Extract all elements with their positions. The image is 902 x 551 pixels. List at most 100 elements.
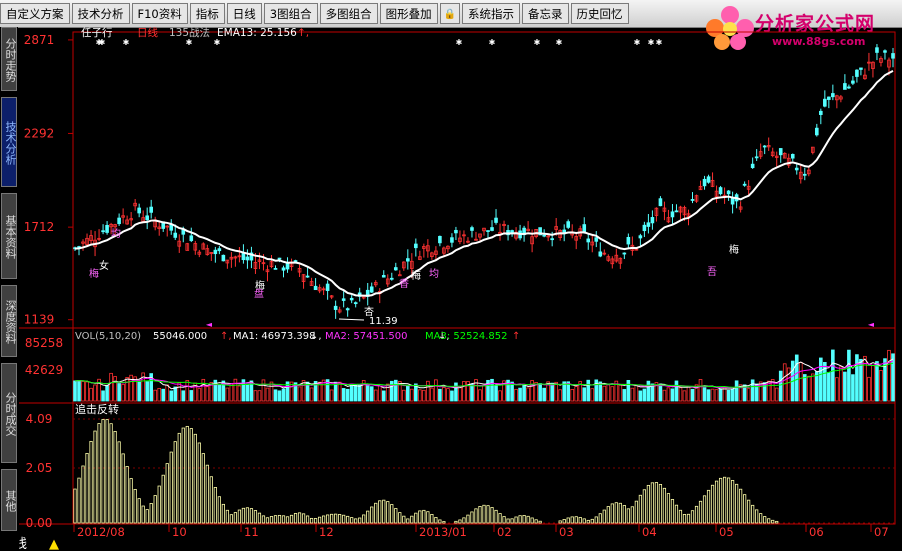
xaxis-label: 07 <box>874 525 889 539</box>
osc-bar <box>710 484 715 524</box>
side-tab-2[interactable]: 基本资料 <box>1 193 17 279</box>
candle-body <box>393 267 398 271</box>
volume-bar <box>393 379 398 402</box>
volume-bar <box>630 387 635 402</box>
osc-bar <box>217 496 221 524</box>
volume-header-ma3_arrow: ↑ <box>512 331 520 342</box>
volume-bar <box>762 382 767 402</box>
candle-body <box>149 206 153 213</box>
side-tab-3[interactable]: 深度资料 <box>1 285 17 357</box>
candle-body <box>406 258 410 262</box>
volume-bar <box>101 390 105 402</box>
candle-body <box>750 163 755 169</box>
toolbar-button-9[interactable]: 备忘录 <box>522 3 569 24</box>
osc-bar <box>370 506 374 524</box>
chart-mark-label: 女 <box>99 259 109 272</box>
side-tab-1[interactable]: 技术分析 <box>1 97 17 187</box>
osc-bar <box>197 442 201 524</box>
volume-header-ma3: MA3: 52524.852 <box>425 331 507 342</box>
osc-bar <box>622 505 626 524</box>
xaxis-label: 04 <box>642 525 657 539</box>
toolbar-button-10[interactable]: 历史回忆 <box>570 3 629 24</box>
signal-star-icon: ✱ <box>186 38 193 47</box>
toolbar-button-7[interactable]: 图形叠加 <box>379 3 438 24</box>
osc-bar <box>330 513 334 524</box>
candle-body <box>277 257 282 260</box>
osc-bar <box>289 514 294 524</box>
toolbar-button-8[interactable]: 系统指示 <box>462 3 521 24</box>
side-tab-4[interactable]: 分时成交 <box>1 363 17 463</box>
toolbar-button-2[interactable]: F10资料 <box>131 3 188 24</box>
volume-bar <box>265 387 270 402</box>
signal-star-icon: ✱ <box>99 38 106 47</box>
chart-mark-label: 杏 <box>364 305 374 318</box>
volume-bar <box>73 380 77 402</box>
candle-body <box>831 93 835 98</box>
toolbar-button-5[interactable]: 3图组合 <box>263 3 318 24</box>
candle-body <box>189 235 194 242</box>
volume-bar <box>526 387 530 402</box>
chart-mark-label: 吾 <box>707 266 717 278</box>
volume-bar <box>157 388 162 402</box>
toolbar-button-6[interactable]: 多图组合 <box>319 3 378 24</box>
osc-bar <box>610 503 614 524</box>
osc-bar <box>285 516 290 524</box>
osc-bar <box>470 511 474 524</box>
osc-bar <box>714 480 719 524</box>
side-tab-0[interactable]: 分时走势 <box>1 27 17 91</box>
osc-bar <box>566 517 570 524</box>
osc-bar <box>249 508 254 524</box>
volume-bar <box>381 390 386 402</box>
candle-body <box>105 224 109 233</box>
volume-bar <box>169 390 174 402</box>
chart-mark-label: 盘 <box>254 287 264 300</box>
osc-bar <box>157 485 161 524</box>
osc-bar <box>201 453 205 524</box>
volume-bar <box>434 379 438 402</box>
toolbar-button-4[interactable]: 日线 <box>226 3 262 24</box>
osc-bar <box>229 514 233 524</box>
osc-bar <box>113 430 117 524</box>
osc-bar <box>594 516 598 524</box>
volume-bar <box>229 383 234 402</box>
price-header-period: 日线 <box>137 27 158 39</box>
toolbar-button-0[interactable]: 自定义方案 <box>0 3 70 24</box>
osc-bar <box>402 515 406 524</box>
osc-bar <box>698 500 703 524</box>
volume-bar <box>710 388 715 402</box>
volume-bar <box>89 387 93 402</box>
osc-bar <box>81 465 85 524</box>
volume-bar <box>205 386 210 402</box>
volume-bar <box>542 387 546 402</box>
osc-bar <box>598 513 602 524</box>
stock-chart[interactable]: 任子行 日线 135战法 EMA13: 25.156 ↑,✱✱ ✱ ✱ ✱ ✱ ✱ ✱ ✱ ✱ ✱ ✱287… <box>19 27 902 551</box>
osc-bar <box>334 513 338 524</box>
volume-bar <box>690 388 695 402</box>
toolbar-button-3[interactable]: 指标 <box>189 3 225 24</box>
lock-icon[interactable]: 🔒 <box>439 3 461 24</box>
volume-bar <box>153 389 158 402</box>
toolbar-button-1[interactable]: 技术分析 <box>71 3 130 24</box>
candle-body <box>273 267 278 270</box>
candle-body <box>674 210 679 213</box>
candle-body <box>638 235 643 239</box>
osc-bar <box>406 518 410 524</box>
osc-bar <box>526 515 530 524</box>
candle-body <box>670 211 675 218</box>
volume-bar <box>406 385 410 402</box>
signal-star-icon: ✱ <box>214 38 221 47</box>
volume-bar <box>730 388 735 402</box>
volume-bar <box>237 385 242 402</box>
low-price-pointer <box>338 318 365 321</box>
xaxis-label: 2013/01 <box>419 525 467 539</box>
osc-bar <box>686 513 691 524</box>
volume-bar <box>309 387 314 402</box>
volume-bar <box>189 390 194 402</box>
volume-bar <box>646 380 651 402</box>
volume-header-ma1_arrow: ↓, <box>310 331 322 342</box>
volume-bar <box>185 380 190 402</box>
side-tab-5[interactable]: 其他 <box>1 469 17 531</box>
osc-bar <box>382 499 386 524</box>
osc-bar <box>273 515 278 524</box>
osc-bar <box>125 466 129 524</box>
